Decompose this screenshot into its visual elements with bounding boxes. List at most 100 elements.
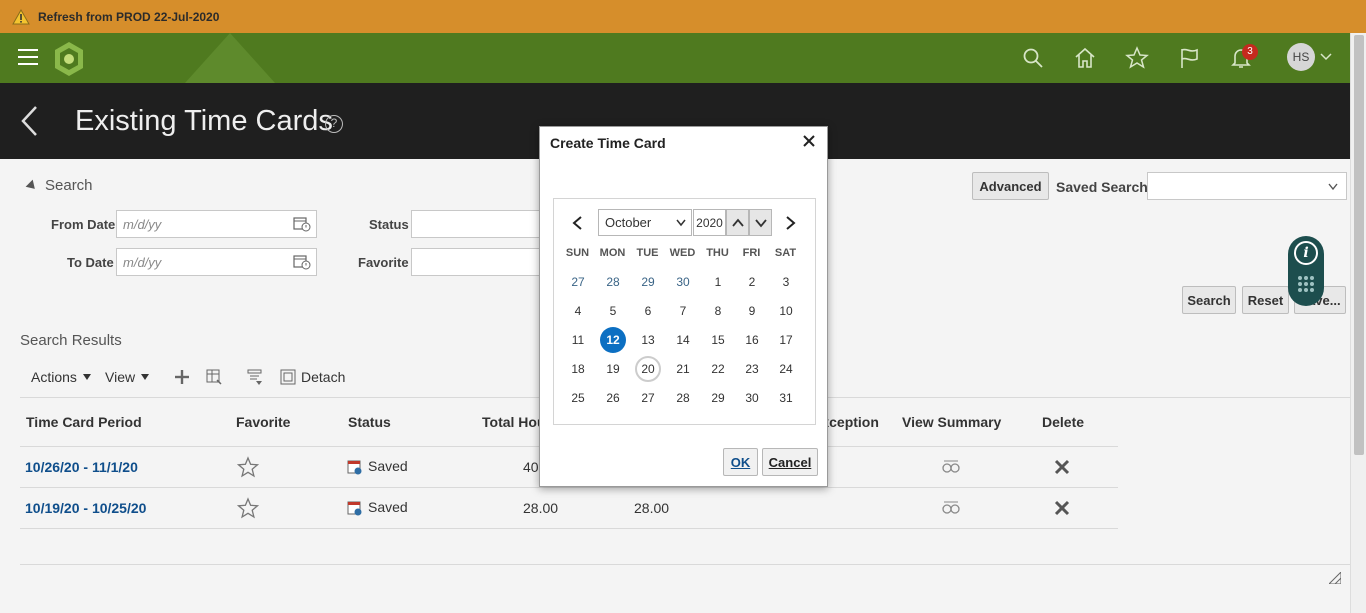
to-date-input[interactable]: m/d/yy — [116, 248, 317, 276]
year-input[interactable]: 2020 — [693, 209, 726, 236]
calendar-day[interactable]: 10 — [773, 298, 799, 324]
calendar-day[interactable]: 29 — [705, 385, 731, 411]
menu-icon[interactable] — [18, 49, 38, 67]
calendar-day[interactable]: 31 — [773, 385, 799, 411]
info-assistant[interactable]: i — [1288, 236, 1324, 306]
calendar-day[interactable]: 19 — [600, 356, 626, 382]
flag-icon[interactable] — [1177, 46, 1201, 70]
calendar-day[interactable]: 1 — [705, 269, 731, 295]
calendar-day[interactable]: 18 — [565, 356, 591, 382]
calendar-day[interactable]: 24 — [773, 356, 799, 382]
weekday-header: SAT — [774, 247, 797, 259]
calendar-day[interactable]: 15 — [705, 327, 731, 353]
chevron-down-icon — [755, 219, 767, 228]
disclosure-icon[interactable] — [25, 179, 39, 192]
from-date-input[interactable]: m/d/yy — [116, 210, 317, 238]
logo-icon[interactable] — [50, 40, 88, 78]
period-link[interactable]: 10/19/20 - 10/25/20 — [25, 500, 146, 516]
year-decrement-button[interactable] — [749, 209, 772, 236]
saved-search-select[interactable] — [1147, 172, 1347, 200]
close-icon[interactable] — [802, 134, 816, 148]
calendar-day[interactable]: 20 — [635, 356, 661, 382]
delete-icon[interactable] — [1054, 500, 1070, 516]
from-date-label: From Date — [51, 217, 116, 232]
favorite-star-icon[interactable] — [237, 497, 259, 519]
environment-banner: Refresh from PROD 22-Jul-2020 — [0, 0, 1366, 33]
calendar-day[interactable]: 12 — [600, 327, 626, 353]
table-settings-icon[interactable] — [205, 368, 223, 386]
reset-button[interactable]: Reset — [1242, 286, 1289, 314]
search-icon[interactable] — [1021, 46, 1045, 70]
favorite-select[interactable] — [411, 248, 551, 276]
filter-icon[interactable] — [246, 368, 264, 386]
calendar-day[interactable]: 29 — [635, 269, 661, 295]
calendar-day[interactable]: 27 — [635, 385, 661, 411]
calendar-day[interactable]: 26 — [600, 385, 626, 411]
resize-handle-icon[interactable] — [1329, 572, 1341, 584]
calendar-day[interactable]: 3 — [773, 269, 799, 295]
column-header[interactable]: View Summary — [902, 414, 1001, 430]
calendar-day[interactable]: 21 — [670, 356, 696, 382]
calendar-day[interactable]: 5 — [600, 298, 626, 324]
calendar-day[interactable]: 9 — [739, 298, 765, 324]
calendar-day[interactable]: 25 — [565, 385, 591, 411]
status-select[interactable] — [411, 210, 551, 238]
calendar-day[interactable]: 23 — [739, 356, 765, 382]
column-header[interactable]: Delete — [1042, 414, 1084, 430]
calendar-day[interactable]: 4 — [565, 298, 591, 324]
next-month-icon[interactable] — [783, 216, 797, 230]
favorites-icon[interactable] — [1125, 46, 1149, 70]
column-header[interactable]: Status — [348, 414, 391, 430]
detach-icon[interactable] — [279, 368, 297, 386]
year-increment-button[interactable] — [726, 209, 749, 236]
calendar-day[interactable]: 28 — [670, 385, 696, 411]
calendar-day[interactable]: 17 — [773, 327, 799, 353]
search-section-header[interactable]: Search — [25, 177, 93, 194]
calendar-day[interactable]: 28 — [600, 269, 626, 295]
dialog-title: Create Time Card — [550, 135, 666, 151]
delete-icon[interactable] — [1054, 459, 1070, 475]
calendar-day[interactable]: 6 — [635, 298, 661, 324]
calendar-day[interactable]: 16 — [739, 327, 765, 353]
calendar-icon[interactable] — [293, 216, 311, 232]
detach-button[interactable]: Detach — [301, 369, 345, 385]
calendar-day[interactable]: 11 — [565, 327, 591, 353]
cancel-button[interactable]: Cancel — [762, 448, 818, 476]
calendar-day[interactable]: 13 — [635, 327, 661, 353]
date-picker: October 2020 SUN MON TUE WED THU FRI SAT 27 28 2… — [553, 198, 816, 425]
column-header[interactable]: Time Card Period — [26, 414, 142, 430]
home-icon[interactable] — [1073, 46, 1097, 70]
search-button[interactable]: Search — [1182, 286, 1236, 314]
advanced-button[interactable]: Advanced — [972, 172, 1049, 200]
favorite-star-icon[interactable] — [237, 456, 259, 478]
search-section-label: Search — [45, 177, 93, 194]
calendar-day[interactable]: 14 — [670, 327, 696, 353]
month-select[interactable]: October — [598, 209, 692, 236]
calendar-day[interactable]: 7 — [670, 298, 696, 324]
user-avatar[interactable]: HS — [1287, 43, 1315, 71]
period-link[interactable]: 10/26/20 - 11/1/20 — [25, 459, 138, 475]
chevron-down-icon[interactable] — [1320, 52, 1332, 62]
calendar-day[interactable]: 8 — [705, 298, 731, 324]
view-menu[interactable]: View — [105, 369, 150, 385]
page-scrollbar[interactable] — [1350, 33, 1366, 613]
chevron-down-icon[interactable] — [1328, 183, 1338, 191]
add-icon[interactable] — [173, 368, 191, 386]
info-icon[interactable]: i — [1294, 241, 1318, 265]
keypad-icon[interactable] — [1296, 274, 1316, 294]
previous-month-icon[interactable] — [571, 216, 585, 230]
calendar-day[interactable]: 30 — [670, 269, 696, 295]
calendar-day[interactable]: 30 — [739, 385, 765, 411]
help-icon[interactable]: ? — [325, 115, 343, 133]
chevron-down-icon — [676, 219, 686, 227]
calendar-day[interactable]: 2 — [739, 269, 765, 295]
back-icon[interactable] — [20, 105, 40, 137]
calendar-day[interactable]: 22 — [705, 356, 731, 382]
actions-menu[interactable]: Actions — [31, 369, 91, 385]
ok-button[interactable]: OK — [723, 448, 758, 476]
calendar-icon[interactable] — [293, 254, 311, 270]
view-summary-icon[interactable] — [942, 501, 960, 515]
calendar-day[interactable]: 27 — [565, 269, 591, 295]
column-header[interactable]: Favorite — [236, 414, 290, 430]
view-summary-icon[interactable] — [942, 460, 960, 474]
